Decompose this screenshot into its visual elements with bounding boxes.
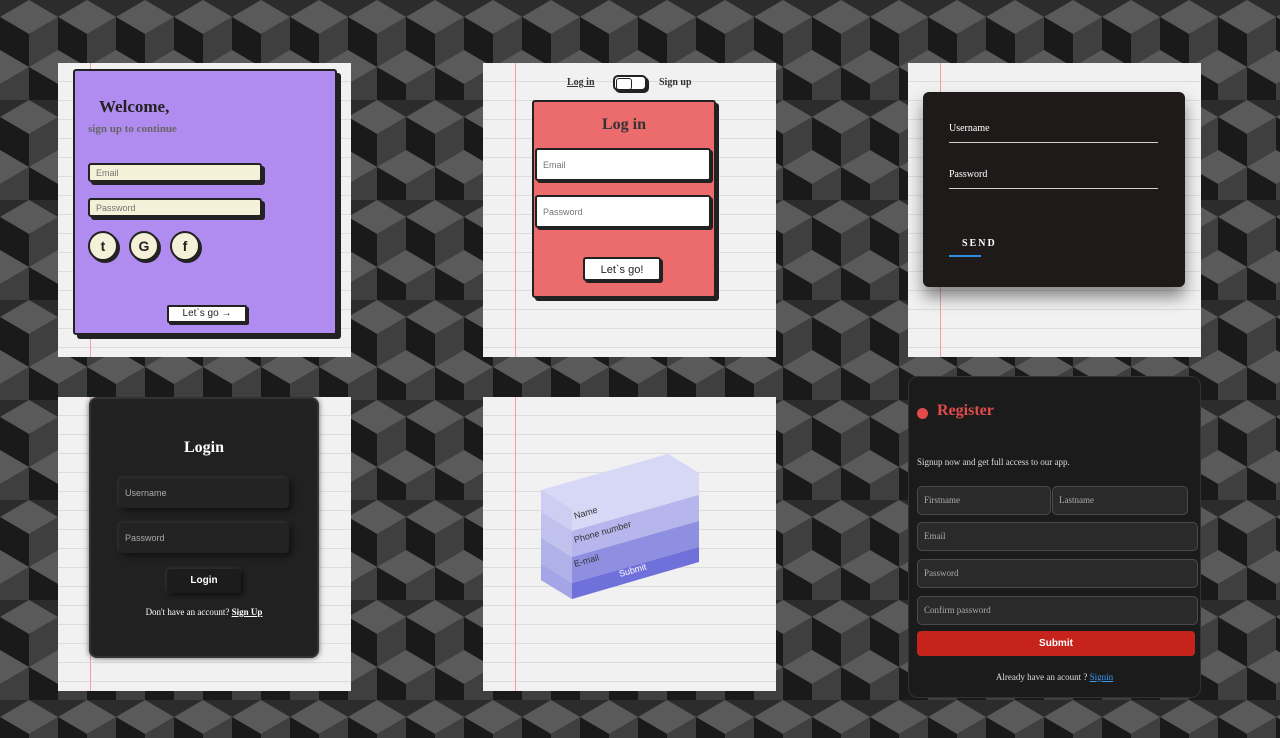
password-input[interactable]: [535, 195, 711, 228]
twitter-icon[interactable]: t: [88, 231, 118, 261]
lets-go-button[interactable]: Let`s go!: [583, 257, 661, 281]
login-button[interactable]: Login: [167, 569, 241, 593]
toggle-login-label[interactable]: Log in: [567, 77, 595, 88]
card-neumorphic-login: Login Username Password Login Don't have…: [58, 397, 351, 691]
register-panel: Register Signup now and get full access …: [908, 376, 1201, 698]
register-dot-icon: [917, 408, 928, 419]
firstname-input[interactable]: Firstname: [917, 486, 1051, 515]
card-isometric-form: Name Phone number E-mail Submit: [483, 397, 776, 691]
signin-prompt-text: Already have an acount ?: [995, 672, 1088, 682]
signin-link[interactable]: Signin: [1090, 672, 1114, 682]
signup-panel: Welcome, sign up to continue t G f Let`s…: [73, 69, 337, 335]
google-icon[interactable]: G: [129, 231, 159, 261]
lets-go-button[interactable]: Let`s go →: [167, 305, 247, 323]
username-input[interactable]: Username: [119, 478, 289, 508]
password-input[interactable]: [88, 198, 262, 217]
login-title: Log in: [601, 116, 646, 133]
signup-prompt: Don't have an account? Sign Up: [91, 607, 317, 617]
signup-link[interactable]: Sign Up: [232, 607, 263, 617]
login-title: Login: [183, 439, 224, 456]
card-login-toggle: Log in Sign up Log in Let`s go!: [483, 63, 776, 357]
username-label: Username: [949, 123, 990, 134]
password-field[interactable]: [949, 188, 1158, 189]
welcome-title: Welcome,: [99, 97, 170, 116]
password-input[interactable]: Password: [119, 523, 289, 553]
welcome-subtitle: sign up to continue: [88, 123, 177, 135]
register-title: Register: [937, 402, 994, 419]
card-welcome-signup: Welcome, sign up to continue t G f Let`s…: [58, 63, 351, 357]
send-button[interactable]: SEND: [962, 238, 997, 249]
toggle-signup-label[interactable]: Sign up: [659, 77, 692, 88]
email-input[interactable]: [535, 148, 711, 181]
lastname-input[interactable]: Lastname: [1052, 486, 1188, 515]
dark-form-panel: Username Password SEND: [923, 92, 1185, 287]
isometric-stack: Name Phone number E-mail Submit: [541, 454, 699, 599]
submit-button[interactable]: Submit: [917, 631, 1195, 656]
card-dark-send: Username Password SEND: [908, 63, 1201, 357]
send-underline: [949, 255, 981, 257]
password-label: Password: [949, 169, 988, 180]
email-input[interactable]: [88, 163, 262, 182]
password-input[interactable]: Password: [917, 559, 1198, 588]
paper-margin-line: [515, 63, 516, 357]
login-signup-switch[interactable]: [613, 75, 647, 91]
confirm-password-input[interactable]: Confirm password: [917, 596, 1198, 625]
switch-knob: [616, 78, 632, 90]
register-subtitle: Signup now and get full access to our ap…: [917, 457, 1070, 467]
facebook-icon[interactable]: f: [170, 231, 200, 261]
stack-front-edge: [541, 490, 572, 599]
card-register: Register Signup now and get full access …: [908, 376, 1201, 698]
username-field[interactable]: [949, 142, 1158, 143]
signin-prompt: Already have an acount ? Signin: [909, 672, 1200, 682]
login-panel: Log in Let`s go!: [532, 100, 716, 298]
email-input[interactable]: Email: [917, 522, 1198, 551]
signup-prompt-text: Don't have an account?: [145, 607, 230, 617]
login-panel: Login Username Password Login Don't have…: [89, 397, 319, 658]
